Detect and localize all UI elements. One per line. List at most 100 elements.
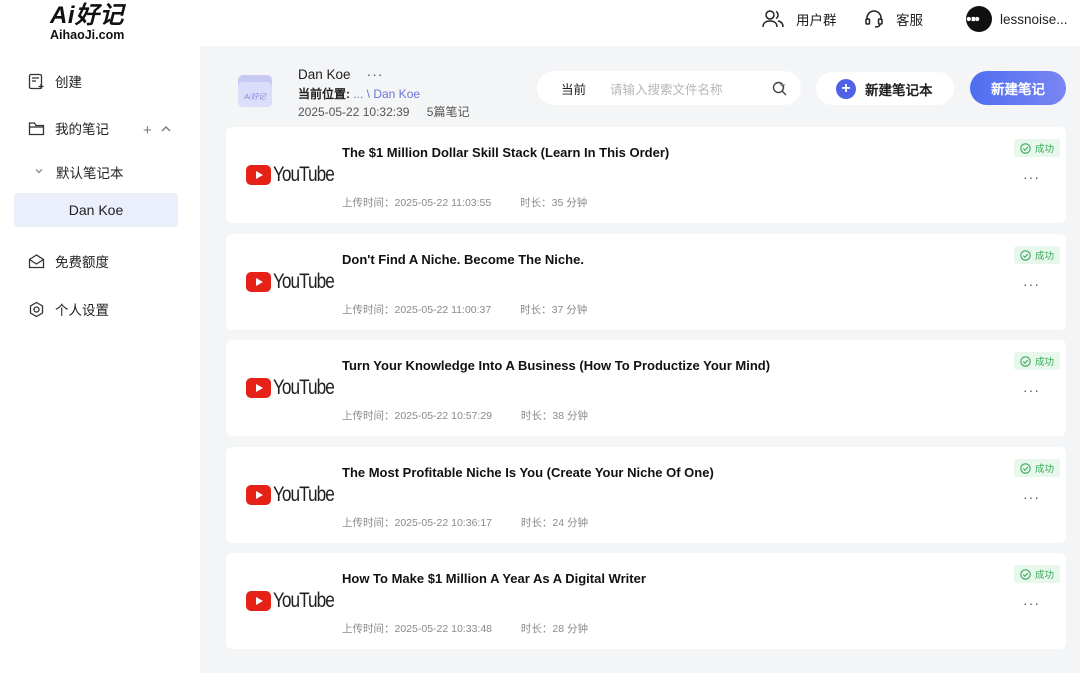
note-more-button[interactable]: ··· [1023, 595, 1040, 611]
note-upload-time: 上传时间：2025-05-22 11:00:37 [342, 304, 492, 316]
note-title[interactable]: Don't Find A Niche. Become The Niche. [342, 252, 584, 267]
play-icon [246, 485, 271, 505]
sidebar-item-free-quota[interactable]: 免费额度 [28, 251, 109, 271]
notebook-note-count: 5篇笔记 [426, 105, 470, 119]
sidebar-item-create[interactable]: 创建 [28, 71, 82, 91]
note-title[interactable]: The $1 Million Dollar Skill Stack (Learn… [342, 145, 669, 160]
user-menu[interactable]: lessnoise... [966, 6, 1068, 32]
note-card[interactable]: YouTube Don't Find A Niche. Become The N… [226, 234, 1066, 330]
avatar-icon [966, 16, 980, 22]
note-upload-time: 上传时间：2025-05-22 11:03:55 [342, 197, 492, 209]
check-circle-icon [1020, 568, 1031, 580]
youtube-logo: YouTube [246, 483, 347, 507]
notebook-more-button[interactable]: ··· [367, 66, 384, 82]
sidebar-item-dan-koe[interactable]: Dan Koe [14, 193, 178, 227]
customer-service-link[interactable]: 客服 [864, 8, 923, 30]
search-scope-select[interactable]: 当前 [561, 79, 586, 98]
play-icon [246, 591, 271, 611]
notebook-folder-icon: Ai好记 [236, 72, 274, 110]
note-duration: 时长：35 分钟 [520, 197, 588, 209]
default-notebook-label: 默认笔记本 [56, 166, 124, 181]
note-duration: 时长：24 分钟 [520, 517, 589, 529]
sidebar: 创建 我的笔记 + 默认笔记本 Dan Koe 免费额度 个人设置 [0, 46, 200, 673]
chevron-down-icon [34, 166, 44, 179]
sidebar-item-create-label: 创建 [55, 75, 82, 90]
note-upload-time: 上传时间：2025-05-22 10:36:17 [342, 517, 492, 529]
status-badge-label: 成功 [1034, 570, 1054, 581]
note-duration: 时长：28 分钟 [520, 623, 589, 635]
check-circle-icon [1020, 142, 1031, 154]
youtube-logo: YouTube [246, 589, 347, 613]
youtube-wordmark: YouTube [273, 483, 335, 506]
youtube-logo: YouTube [246, 376, 347, 400]
folder-tag-text: Ai好记 [243, 92, 267, 101]
check-circle-icon [1020, 249, 1031, 261]
users-icon [762, 10, 784, 28]
status-badge: 成功 [1013, 459, 1060, 477]
search-icon[interactable] [772, 81, 787, 96]
avatar [966, 6, 992, 32]
sidebar-item-settings[interactable]: 个人设置 [28, 299, 109, 319]
youtube-logo: YouTube [246, 270, 347, 294]
play-icon [246, 378, 271, 398]
status-badge-label: 成功 [1034, 144, 1054, 155]
my-notes-actions: + [143, 122, 172, 139]
note-meta: 上传时间：2025-05-22 10:57:29 时长：38 分钟 [342, 408, 588, 423]
note-title[interactable]: The Most Profitable Niche Is You (Create… [342, 465, 714, 480]
note-title[interactable]: Turn Your Knowledge Into A Business (How… [342, 358, 770, 373]
youtube-wordmark: YouTube [273, 589, 335, 612]
play-icon [246, 165, 271, 185]
user-community-label: 用户群 [796, 13, 837, 28]
sidebar-item-settings-label: 个人设置 [55, 303, 109, 318]
notebook-title: Dan Koe [298, 66, 351, 82]
chevron-up-icon [161, 126, 171, 132]
note-more-button[interactable]: ··· [1023, 489, 1040, 505]
breadcrumb-path[interactable]: ... \ Dan Koe [350, 87, 420, 101]
main-content: Ai好记 Dan Koe ··· 当前位置: ... \ Dan Koe 202… [200, 46, 1080, 673]
new-note-button[interactable]: 新建笔记 [970, 71, 1066, 105]
settings-icon [29, 301, 44, 317]
search-input[interactable]: 请输入搜索文件名称 [610, 79, 723, 98]
youtube-wordmark: YouTube [273, 270, 335, 293]
note-card[interactable]: YouTube The Most Profitable Niche Is You… [226, 447, 1066, 543]
brand-logo-text: Ai好记 [50, 2, 124, 29]
notebook-timestamp: 2025-05-22 10:32:39 [298, 105, 410, 119]
note-more-button[interactable]: ··· [1023, 382, 1040, 398]
new-notebook-label: 新建笔记本 [865, 82, 933, 98]
top-bar: Ai好记 AihaoJi.com 用户群 客服 lessnoise... [0, 0, 1080, 46]
sidebar-item-default-notebook[interactable]: 默认笔记本 [34, 162, 124, 182]
add-notebook-button[interactable]: + [143, 122, 152, 139]
create-note-icon [28, 73, 44, 89]
envelope-gift-icon [28, 254, 45, 269]
note-meta: 上传时间：2025-05-22 11:00:37 时长：37 分钟 [342, 302, 587, 317]
note-upload-time: 上传时间：2025-05-22 10:33:48 [342, 623, 492, 635]
brand-logo[interactable]: Ai好记 AihaoJi.com [50, 4, 140, 44]
status-badge: 成功 [1013, 139, 1060, 157]
sidebar-item-free-quota-label: 免费额度 [55, 255, 109, 270]
youtube-wordmark: YouTube [273, 376, 335, 399]
notebook-meta: 2025-05-22 10:32:39 5篇笔记 [298, 103, 469, 120]
note-title[interactable]: How To Make $1 Million A Year As A Digit… [342, 571, 646, 586]
customer-service-label: 客服 [896, 13, 923, 28]
notebook-title-row: Dan Koe ··· [298, 66, 384, 82]
note-more-button[interactable]: ··· [1023, 169, 1040, 185]
note-meta: 上传时间：2025-05-22 10:36:17 时长：24 分钟 [342, 515, 588, 530]
status-badge: 成功 [1013, 565, 1060, 583]
note-meta: 上传时间：2025-05-22 10:33:48 时长：28 分钟 [342, 621, 588, 636]
sidebar-item-my-notes-label: 我的笔记 [55, 122, 109, 137]
note-card[interactable]: YouTube The $1 Million Dollar Skill Stac… [226, 127, 1066, 223]
note-upload-time: 上传时间：2025-05-22 10:57:29 [342, 410, 492, 422]
user-name: lessnoise... [1000, 11, 1068, 27]
collapse-notes-button[interactable] [160, 122, 172, 139]
note-duration: 时长：38 分钟 [520, 410, 589, 422]
sidebar-item-my-notes[interactable]: 我的笔记 [28, 118, 109, 138]
youtube-wordmark: YouTube [273, 163, 335, 186]
note-card[interactable]: YouTube Turn Your Knowledge Into A Busin… [226, 340, 1066, 436]
note-more-button[interactable]: ··· [1023, 276, 1040, 292]
new-notebook-button[interactable]: + 新建笔记本 [816, 72, 954, 105]
note-card[interactable]: YouTube How To Make $1 Million A Year As… [226, 553, 1066, 649]
folder-icon [28, 121, 45, 135]
search-bar: 当前 请输入搜索文件名称 [537, 71, 801, 105]
user-community-link[interactable]: 用户群 [762, 8, 837, 30]
headset-icon [865, 10, 883, 28]
